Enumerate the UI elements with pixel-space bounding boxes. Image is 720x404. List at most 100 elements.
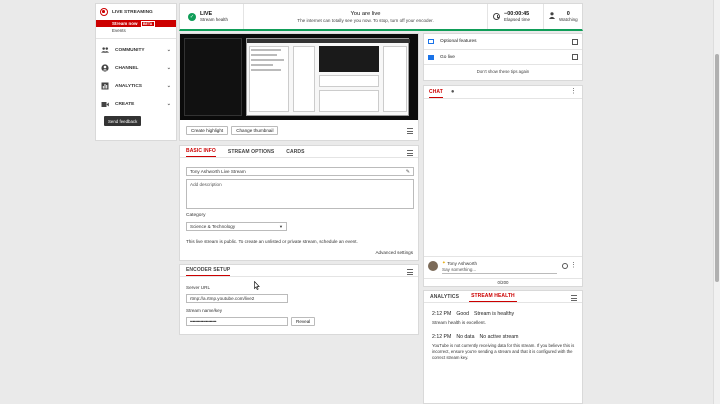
sidebar-item-label: CREATE	[115, 101, 135, 107]
sidebar-header[interactable]: LIVE STREAMING	[96, 4, 176, 20]
mouse-cursor	[254, 280, 260, 292]
description-input[interactable]: Add description	[186, 179, 414, 209]
sidebar-item-label: ANALYTICS	[115, 83, 143, 89]
checklist-icon	[572, 38, 578, 45]
chevron-down-icon: ⌄	[166, 101, 171, 107]
title-input[interactable]: Tony Ashworth Live Stream ✎	[186, 167, 414, 176]
health-headline: No active stream	[479, 334, 519, 340]
tab-chat[interactable]: CHAT	[429, 89, 443, 98]
description-placeholder: Add description	[190, 182, 222, 187]
moderator-icon: ✦	[442, 260, 446, 265]
tab-encoder-setup[interactable]: ENCODER SETUP	[186, 267, 231, 276]
change-thumbnail-button[interactable]: Change thumbnail	[231, 126, 279, 135]
analytics-icon	[101, 82, 109, 90]
sidebar-item-create[interactable]: CREATE ⌄	[96, 95, 176, 113]
tab-basic-info[interactable]: BASIC INFO	[186, 148, 216, 157]
health-time: 2:12 PM	[432, 334, 452, 340]
health-time: 2:12 PM	[432, 311, 452, 317]
stream-key-value: ••••••••••••••••••••	[190, 319, 217, 324]
chat-compose: ✦ Tony Ashworth Say something... ⋮	[424, 256, 582, 278]
video-preview[interactable]	[180, 34, 418, 120]
server-url-input[interactable]: rtmp://a.rtmp.youtube.com/live2	[186, 294, 288, 303]
preview-card: Create highlight Change thumbnail	[179, 33, 419, 141]
health-detail: Stream health is excellent.	[432, 320, 486, 325]
category-select[interactable]: Science & Technology ▼	[186, 222, 287, 231]
chat-input[interactable]: Say something...	[442, 267, 557, 274]
checklist-icon	[572, 54, 578, 60]
chevron-down-icon: ⌄	[166, 47, 171, 53]
panel-menu-icon[interactable]	[407, 128, 413, 134]
edit-icon: ✎	[405, 168, 410, 175]
server-url-label: Server URL	[186, 285, 210, 290]
optional-features-label: Optional features	[440, 39, 477, 44]
chevron-down-icon: ⌄	[166, 83, 171, 89]
health-headline: Stream is healthy	[474, 311, 515, 317]
avatar	[428, 261, 438, 271]
go-live-row[interactable]: Go live	[424, 49, 582, 64]
live-stream-icon	[100, 8, 108, 16]
send-feedback-button[interactable]: Send feedback	[104, 116, 142, 126]
stream-key-input[interactable]: ••••••••••••••••••••	[186, 317, 288, 326]
chat-settings-icon[interactable]: ●	[451, 89, 455, 98]
stream-health-label: Stream health	[200, 17, 229, 22]
category-label: Category	[186, 213, 206, 218]
live-title: You are live	[350, 10, 381, 17]
tab-stream-health[interactable]: STREAM HEALTH	[469, 293, 517, 302]
chat-card: CHAT ● ⋮ ✦ Tony Ashworth Say something..…	[423, 85, 583, 287]
category-value: Science & Technology	[190, 224, 236, 229]
sidebar-item-label: COMMUNITY	[115, 47, 145, 53]
elapsed-time: −00:00:45 Elapsed time	[488, 4, 544, 29]
sidebar-item-community[interactable]: COMMUNITY ⌄	[96, 41, 176, 59]
sidebar-divider	[96, 38, 176, 39]
beta-badge: BETA	[140, 20, 155, 27]
sidebar-item-analytics[interactable]: ANALYTICS ⌄	[96, 77, 176, 95]
chat-menu-icon[interactable]: ⋮	[570, 88, 577, 95]
tab-stream-options[interactable]: STREAM OPTIONS	[228, 149, 274, 157]
health-card: ANALYTICS STREAM HEALTH 2:12 PM Good Str…	[423, 290, 583, 404]
chevron-down-icon: ⌄	[166, 65, 171, 71]
features-icon	[428, 39, 434, 44]
health-entry: 2:12 PM Good Stream is healthy Stream he…	[432, 311, 580, 325]
reveal-button[interactable]: Reveal	[291, 317, 316, 326]
dropdown-arrow-icon: ▼	[279, 224, 283, 229]
stream-now-label: Stream now	[112, 21, 138, 26]
create-highlight-button[interactable]: Create highlight	[186, 126, 229, 135]
live-subtitle: The internet can totally see you now. To…	[297, 17, 434, 23]
elapsed-label: Elapsed time	[504, 17, 531, 22]
server-url-value: rtmp://a.rtmp.youtube.com/live2	[190, 296, 255, 301]
panel-menu-icon[interactable]	[407, 150, 413, 156]
panel-menu-icon[interactable]	[407, 269, 413, 275]
sidebar-item-channel[interactable]: CHANNEL ⌄	[96, 59, 176, 77]
dont-show-tips-link[interactable]: Don't show these tips again	[424, 64, 582, 80]
scrollbar-thumb[interactable]	[715, 54, 719, 282]
go-live-label: Go live	[440, 54, 455, 60]
live-message: You are live The internet can totally se…	[244, 4, 488, 29]
live-status: ✓ LIVE Stream health	[180, 4, 244, 29]
basic-info-tabs: BASIC INFO STREAM OPTIONS CARDS	[180, 146, 418, 158]
page-scrollbar[interactable]	[713, 0, 720, 404]
title-value: Tony Ashworth Live Stream	[190, 169, 246, 174]
health-detail: YouTube is not currently receiving data …	[432, 343, 575, 360]
sidebar-item-events[interactable]: Events	[96, 27, 176, 35]
emoji-icon[interactable]	[562, 263, 568, 269]
basic-info-card: BASIC INFO STREAM OPTIONS CARDS Tony Ash…	[179, 145, 419, 261]
health-status: Good	[456, 311, 470, 317]
people-icon	[101, 46, 109, 54]
preview-screen-image	[246, 38, 410, 116]
health-entry: 2:12 PM No data No active stream YouTube…	[432, 334, 580, 361]
chat-counter: 0/200	[424, 278, 582, 285]
panel-menu-icon[interactable]	[571, 295, 577, 301]
watching-label: Watching	[559, 17, 578, 22]
chat-compose-menu-icon[interactable]: ⋮	[570, 262, 577, 269]
clock-icon	[493, 13, 500, 20]
create-icon	[101, 100, 109, 108]
person-icon	[549, 12, 555, 21]
tab-cards[interactable]: CARDS	[286, 149, 304, 157]
channel-icon	[101, 64, 109, 72]
sidebar-item-stream-now[interactable]: Stream now BETA	[96, 20, 176, 27]
optional-features-row[interactable]: Optional features	[424, 34, 582, 49]
sidebar-title: LIVE STREAMING	[112, 9, 153, 15]
advanced-settings-link[interactable]: Advanced settings	[375, 250, 413, 255]
tab-analytics[interactable]: ANALYTICS	[430, 294, 459, 302]
go-live-icon	[428, 54, 434, 60]
